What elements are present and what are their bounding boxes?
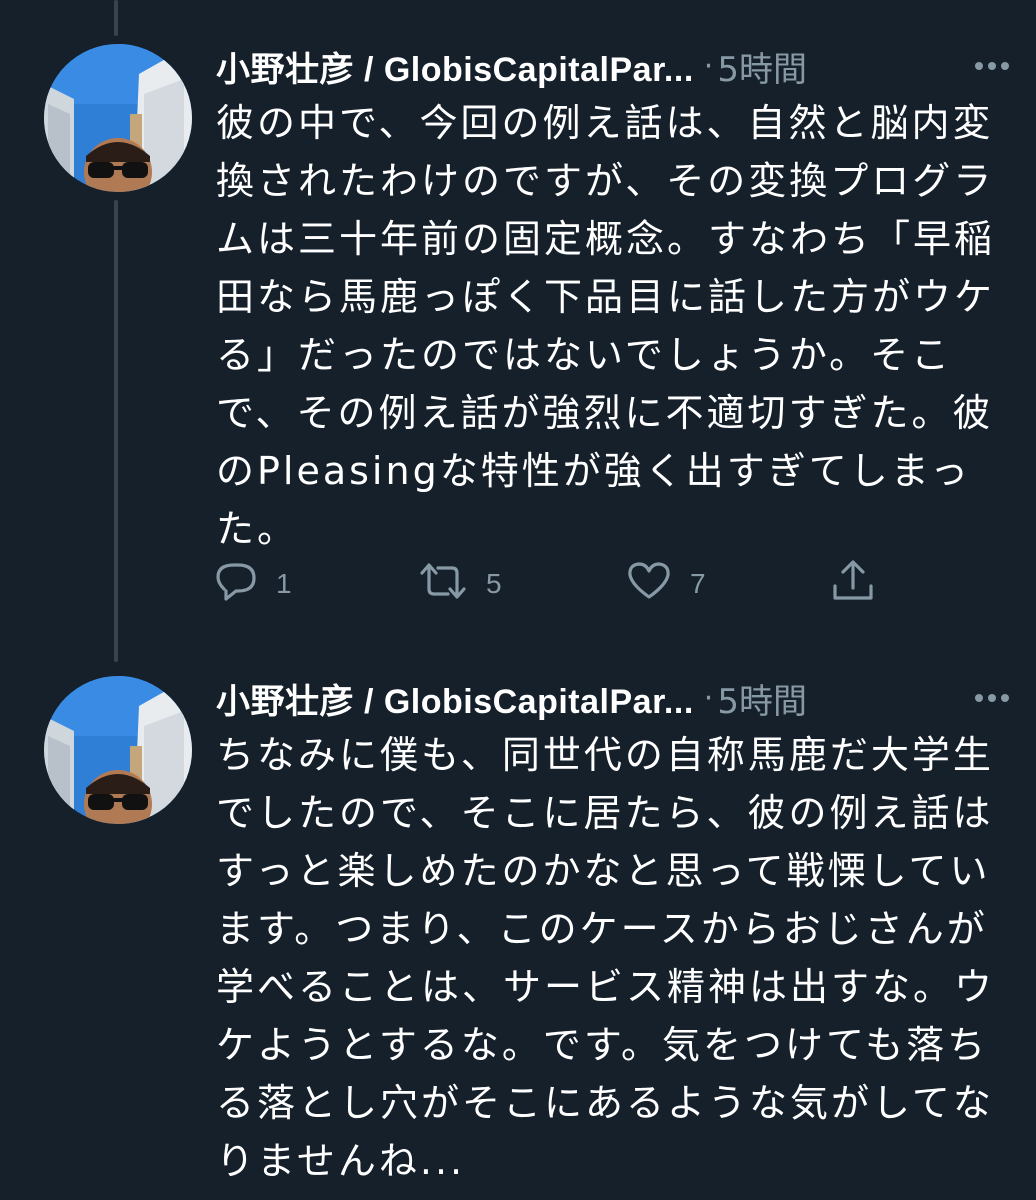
retweet-button[interactable]: 5: [418, 554, 502, 614]
tweet[interactable]: 小野壮彦 / GlobisCapitalPar... · 5時間 彼の中で、今回…: [0, 0, 1036, 660]
like-icon: [626, 559, 672, 610]
avatar[interactable]: [44, 676, 192, 824]
share-button[interactable]: [830, 554, 876, 614]
reply-count: 1: [276, 568, 292, 599]
more-icon[interactable]: [972, 680, 1012, 716]
tweet-text: 彼の中で、今回の例え話は、自然と脳内変換されたわけのですが、その変換プログラムは…: [216, 101, 996, 551]
reply-button[interactable]: 1: [214, 554, 292, 614]
tweet[interactable]: 小野壮彦 / GlobisCapitalPar... · 5時間 ちなみに僕も、…: [0, 662, 1036, 1200]
like-count: 7: [690, 568, 706, 599]
author-name[interactable]: 小野壮彦 / GlobisCapitalPar...: [216, 42, 694, 91]
like-button[interactable]: 7: [626, 554, 706, 614]
share-icon: [830, 558, 876, 611]
more-icon[interactable]: [972, 48, 1012, 84]
retweet-icon: [418, 559, 468, 610]
tweet-text: ちなみに僕も、同世代の自称馬鹿だ大学生でしたので、そこに居たら、彼の例え話はすっ…: [216, 733, 996, 1183]
tweet-actions: 1 5 7: [214, 554, 894, 614]
author-name[interactable]: 小野壮彦 / GlobisCapitalPar...: [216, 674, 694, 723]
tweet-header: 小野壮彦 / GlobisCapitalPar... · 5時間: [216, 38, 1012, 94]
reply-icon: [214, 559, 258, 610]
separator-dot: ·: [703, 48, 714, 84]
tweet-header: 小野壮彦 / GlobisCapitalPar... · 5時間: [216, 670, 1012, 726]
avatar[interactable]: [44, 44, 192, 192]
separator-dot: ·: [703, 680, 714, 716]
timestamp[interactable]: 5時間: [717, 674, 807, 723]
timestamp[interactable]: 5時間: [717, 42, 807, 91]
retweet-count: 5: [486, 568, 502, 599]
